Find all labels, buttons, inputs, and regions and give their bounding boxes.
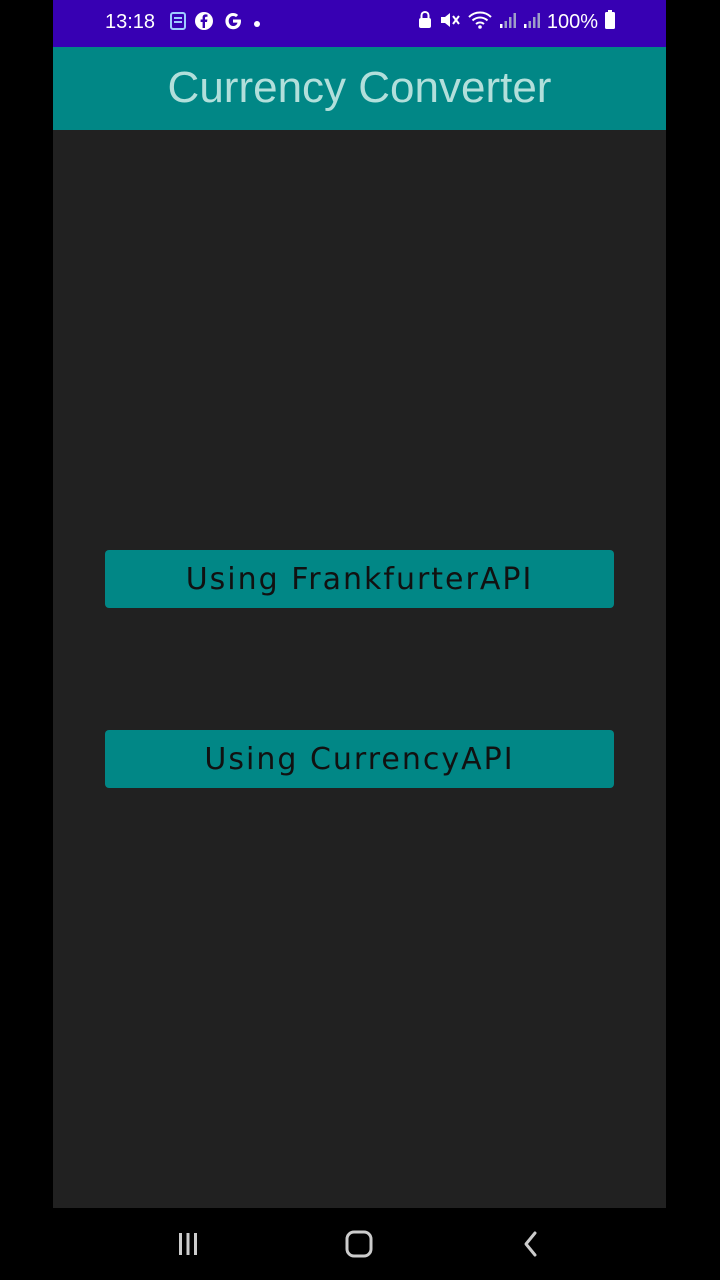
status-left-icons — [170, 10, 262, 36]
dot-icon — [252, 14, 262, 33]
lock-icon — [417, 10, 433, 34]
app-bar: Currency Converter — [53, 47, 666, 130]
battery-percent: 100% — [546, 10, 598, 33]
wifi-icon — [467, 10, 493, 34]
battery-icon — [604, 10, 616, 34]
signal-icon — [523, 11, 541, 33]
status-right-icons: 100% — [417, 10, 616, 34]
notification-icon — [170, 12, 186, 34]
frankfurter-api-button[interactable]: Using FrankfurterAPI — [105, 550, 614, 608]
navigation-bar — [0, 1208, 720, 1280]
signal-icon — [499, 11, 517, 33]
status-bar: 13:18 100% — [53, 0, 666, 47]
home-icon[interactable] — [339, 1228, 379, 1260]
facebook-icon — [194, 11, 214, 35]
back-icon[interactable] — [511, 1228, 551, 1260]
app-title: Currency Converter — [167, 63, 552, 112]
recents-icon[interactable] — [168, 1228, 208, 1260]
status-time: 13:18 — [105, 11, 156, 33]
mute-icon — [439, 10, 461, 34]
google-icon — [222, 10, 244, 36]
app-screen: 13:18 100% Currency Converter Using Fran… — [53, 0, 666, 1208]
currency-api-button[interactable]: Using CurrencyAPI — [105, 730, 614, 788]
